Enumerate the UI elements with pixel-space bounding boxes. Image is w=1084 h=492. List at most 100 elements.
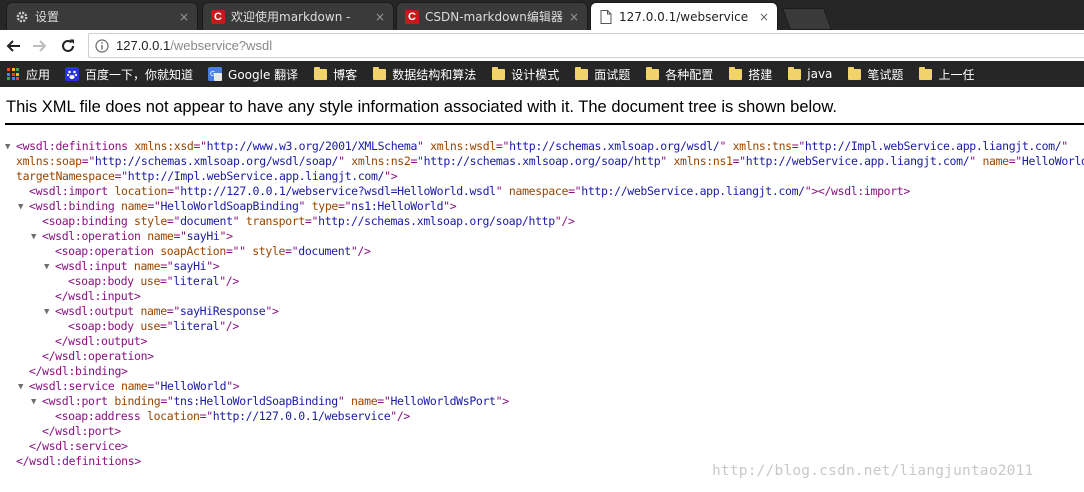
bookmark-apps[interactable]: 应用	[0, 61, 59, 87]
back-button[interactable]	[2, 35, 24, 57]
xml-line: <soap:binding style="document" transport…	[42, 214, 575, 229]
xml-attribute-value: http://127.0.0.1/webservice	[212, 409, 391, 423]
xml-attribute-name: use	[140, 319, 161, 333]
xml-line: <soap:body use="literal"/>	[68, 319, 239, 334]
xml-attribute-name: xmlns:wsdl	[430, 139, 496, 153]
xml-markup: </wsdl:service>	[29, 439, 128, 453]
bookmark-folder-configs[interactable]: 各种配置	[639, 61, 722, 87]
google-translate-icon: G	[208, 67, 223, 81]
xml-markup: ">	[265, 304, 279, 318]
xml-markup: "	[417, 139, 431, 153]
address-bar[interactable]: 127.0.0.1/webservice?wsdl	[88, 33, 1084, 58]
folder-icon	[787, 66, 801, 81]
bookmark-folder-design-patterns[interactable]: 设计模式	[485, 61, 568, 87]
svg-text:G: G	[210, 70, 215, 78]
bookmark-baidu[interactable]: 百度一下，你就知道	[59, 61, 202, 87]
new-tab-button[interactable]	[781, 8, 833, 30]
tab-welcome-markdown[interactable]: C 欢迎使用markdown - ×	[202, 2, 394, 30]
xml-markup: "/>	[554, 214, 575, 228]
tab-csdn-markdown-editor[interactable]: C CSDN-markdown编辑器 ×	[396, 2, 588, 30]
xml-markup: </wsdl:binding>	[29, 364, 128, 378]
xml-markup: </wsdl:output>	[55, 334, 148, 348]
xml-markup: <wsdl:port	[42, 394, 115, 408]
xml-line: </wsdl:binding>	[29, 364, 128, 379]
tab-close-icon[interactable]: ×	[177, 10, 191, 24]
apps-grid-icon	[6, 67, 20, 81]
xml-attribute-value: document	[298, 244, 351, 258]
tab-close-icon[interactable]: ×	[757, 10, 771, 24]
bookmark-google-translate[interactable]: G Google 翻译	[202, 61, 307, 87]
xml-markup: ="	[732, 154, 747, 168]
xml-attribute-name: xmlns:ns2	[351, 154, 411, 168]
bookmark-label: 应用	[26, 67, 51, 82]
folder-icon	[645, 66, 659, 81]
xml-markup: ="	[167, 184, 181, 198]
watermark: http://blog.csdn.net/liangjuntao2011	[712, 463, 1034, 479]
bookmark-label: 搭建	[748, 67, 773, 82]
xml-attribute-value: document	[180, 214, 233, 228]
xml-attribute-name: type	[311, 199, 339, 213]
xml-markup: "	[1061, 139, 1068, 153]
xml-attribute-name: soapAction	[160, 244, 226, 258]
bookmark-label: 上一任	[938, 67, 975, 82]
xml-line: </wsdl:service>	[29, 439, 128, 454]
bookmark-label: 设计模式	[511, 67, 560, 82]
xml-line: <soap:operation soapAction="" style="doc…	[55, 244, 371, 259]
xml-markup: ="	[160, 319, 174, 333]
bookmark-folder-setup[interactable]: 搭建	[722, 61, 781, 87]
xml-attribute-value: http://schemas.xmlsoap.org/soap/http	[318, 214, 555, 228]
folder-icon	[491, 66, 505, 81]
url-text[interactable]: 127.0.0.1/webservice?wsdl	[116, 38, 272, 53]
xml-markup: "	[495, 184, 509, 198]
bookmark-folder-interview[interactable]: 面试题	[568, 61, 639, 87]
reload-button[interactable]	[57, 35, 79, 57]
info-icon[interactable]	[94, 38, 110, 54]
xml-attribute-name: name	[133, 259, 161, 273]
page-icon	[599, 9, 613, 24]
xml-markup: ="	[166, 304, 181, 318]
collapse-toggle-icon[interactable]: ▼	[31, 230, 36, 245]
collapse-toggle-icon[interactable]: ▼	[44, 305, 49, 320]
collapse-toggle-icon[interactable]: ▼	[31, 395, 36, 410]
tab-close-icon[interactable]: ×	[567, 10, 581, 24]
bookmark-label: Google 翻译	[228, 67, 299, 82]
reload-icon	[62, 39, 74, 52]
tab-webservice[interactable]: 127.0.0.1/webservice ×	[590, 2, 778, 30]
collapse-toggle-icon[interactable]: ▼	[18, 200, 23, 215]
xml-attribute-name: targetNamespace	[16, 169, 115, 183]
collapse-toggle-icon[interactable]: ▼	[5, 140, 10, 155]
xml-attribute-name: name	[140, 304, 167, 318]
bookmark-folder-java[interactable]: java	[781, 61, 841, 87]
tab-label: 127.0.0.1/webservice	[619, 9, 749, 24]
xml-markup: ">	[226, 379, 240, 393]
xml-attribute-value: http://127.0.0.1/webservice?wsdl=HelloWo…	[180, 184, 496, 198]
xml-markup: ="	[114, 169, 129, 183]
xml-attribute-name: name	[121, 379, 148, 393]
forward-arrow-icon	[33, 40, 47, 52]
xml-markup: "/>	[219, 274, 239, 288]
tab-settings[interactable]: 设置 ×	[6, 2, 198, 30]
collapse-toggle-icon[interactable]: ▼	[18, 380, 23, 395]
tab-strip: 设置 × C 欢迎使用markdown - × C CSDN-markdown编…	[0, 0, 1084, 30]
xml-line: <wsdl:definitions xmlns:xsd="http://www.…	[16, 139, 1068, 154]
xml-attribute-name: name	[982, 154, 1009, 168]
xml-line: </wsdl:definitions>	[16, 454, 141, 469]
bookmark-folder-algorithms[interactable]: 数据结构和算法	[366, 61, 485, 87]
bookmark-folder-written-tests[interactable]: 笔试题	[841, 61, 912, 87]
xml-attribute-value: HelloWorldSoapBinding	[160, 199, 299, 213]
baidu-icon	[65, 67, 80, 81]
xml-markup: <soap:address	[55, 409, 148, 423]
xml-markup: ="	[160, 274, 174, 288]
folder-icon	[574, 66, 588, 81]
xml-markup: <soap:binding	[42, 214, 135, 228]
collapse-toggle-icon[interactable]: ▼	[44, 260, 49, 275]
csdn-icon: C	[405, 9, 419, 24]
xml-line: <wsdl:import location="http://127.0.0.1/…	[29, 184, 910, 199]
forward-button[interactable]	[29, 35, 51, 57]
bookmark-folder-previous[interactable]: 上一任	[912, 61, 983, 87]
xml-line: <soap:body use="literal"/>	[68, 274, 239, 289]
xml-line: </wsdl:port>	[42, 424, 121, 439]
tab-close-icon[interactable]: ×	[373, 10, 387, 24]
bookmark-label: 面试题	[594, 67, 631, 82]
bookmark-folder-blog[interactable]: 博客	[307, 61, 366, 87]
